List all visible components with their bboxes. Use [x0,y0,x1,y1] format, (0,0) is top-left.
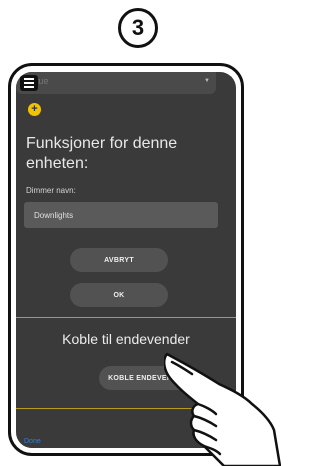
page-heading: Funksjoner for denne enheten: [26,135,178,172]
done-link[interactable]: Done [24,438,41,445]
plus-icon: + [31,103,38,115]
menu-icon [24,82,34,84]
pointing-hand-icon [164,352,281,466]
ok-button[interactable]: OK [70,283,168,307]
connect-section-title: Koble til endevender [62,331,190,347]
menu-button[interactable] [20,75,38,91]
step-number-badge: 3 [118,8,158,48]
room-select[interactable]: Stue ▼ [16,72,216,94]
step-number: 3 [131,15,145,40]
chevron-down-icon: ▼ [204,78,210,84]
dimmer-name-input[interactable] [24,202,218,228]
dimmer-name-label: Dimmer navn: [26,186,76,195]
add-button[interactable]: + [28,103,41,116]
cancel-button[interactable]: AVBRYT [70,248,168,272]
section-divider [16,317,236,318]
